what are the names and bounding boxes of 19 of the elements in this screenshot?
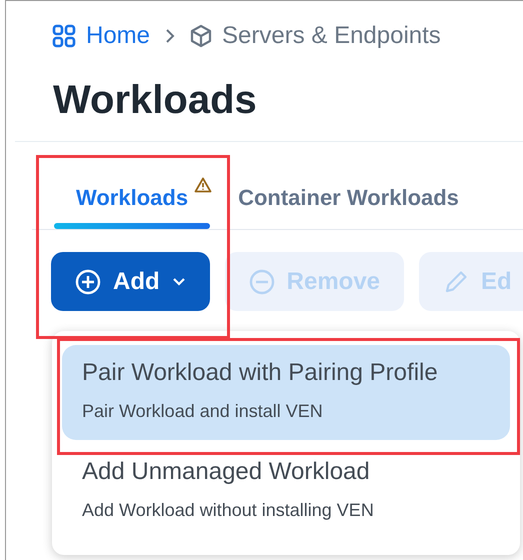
menu-item[interactable]: Add Unmanaged Workload Add Workload without installing VEN (62, 444, 510, 539)
toolbar-button[interactable]: Add (51, 252, 210, 311)
cube-icon (190, 24, 212, 48)
tab[interactable]: Workloads (32, 167, 210, 229)
menu-item[interactable]: Pair Workload with Pairing Profile Pair Workload and install VEN (62, 345, 510, 440)
grid-icon (52, 24, 76, 48)
menu-item-title: Pair Workload with Pairing Profile (82, 359, 439, 387)
caret-icon (172, 276, 186, 286)
pencil-icon (443, 268, 470, 294)
page-title: Workloads (53, 77, 258, 124)
menu-item-title: Add Unmanaged Workload (82, 458, 371, 486)
menu-item-description: Add Workload without installing VEN (82, 500, 375, 521)
chevron-right-icon (164, 28, 176, 44)
plus-circle-icon (75, 268, 101, 294)
tab[interactable]: Container Workloads (216, 167, 481, 229)
menu-item-description: Pair Workload and install VEN (82, 401, 324, 422)
minus-circle-icon (248, 268, 275, 294)
breadcrumb-link[interactable]: Home (52, 22, 150, 50)
breadcrumb-link[interactable]: Servers & Endpoints (190, 22, 441, 50)
